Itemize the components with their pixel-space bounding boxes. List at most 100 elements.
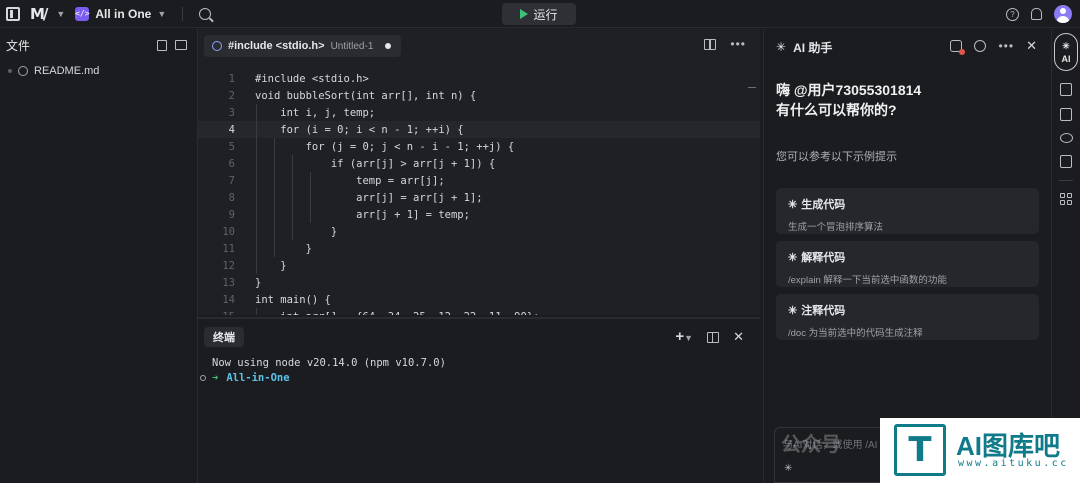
bullet-icon xyxy=(8,69,12,73)
markdown-file-icon xyxy=(18,66,28,76)
close-icon[interactable]: ✕ xyxy=(733,330,744,343)
debug-bug-icon[interactable] xyxy=(1060,155,1072,168)
unsaved-dot-icon[interactable] xyxy=(385,43,392,49)
sparkle-icon: ✳ xyxy=(788,251,798,264)
indent-guide xyxy=(256,240,257,257)
greeting-line: 嗨 @用户73055301814 xyxy=(776,82,922,98)
close-icon[interactable]: ✕ xyxy=(1026,39,1037,52)
sparkle-icon: ✳ xyxy=(788,304,798,317)
code-line[interactable]: 11 } xyxy=(198,240,760,257)
terminal-output[interactable]: Now using node v20.14.0 (npm v10.7.0) ➜ … xyxy=(198,355,760,385)
code-line[interactable]: 6 if (arr[j] > arr[j + 1]) { xyxy=(198,155,760,172)
chevron-down-icon[interactable]: ▼ xyxy=(56,9,65,19)
search-icon[interactable] xyxy=(199,7,212,20)
more-icon[interactable]: ••• xyxy=(730,38,746,50)
line-number: 10 xyxy=(222,225,235,238)
greeting-line: 有什么可以帮你的? xyxy=(776,102,897,118)
avatar[interactable] xyxy=(1054,5,1072,23)
code-text: for (j = 0; j < n - i - 1; ++j) { xyxy=(255,140,515,153)
code-line[interactable]: 8 arr[j] = arr[j + 1]; xyxy=(198,189,760,206)
code-text: } xyxy=(255,225,338,238)
card-title: 生成代码 xyxy=(801,199,846,211)
prompt-status-icon xyxy=(200,374,206,381)
new-folder-icon[interactable] xyxy=(175,39,187,50)
prompt-arrow: ➜ xyxy=(212,371,219,384)
code-line[interactable]: 1 #include <stdio.h> xyxy=(198,70,760,87)
run-button[interactable]: 运行 xyxy=(502,3,576,25)
tab-subtitle: Untitled-1 xyxy=(330,40,374,52)
split-editor-icon[interactable] xyxy=(704,39,717,50)
help-icon[interactable]: ? xyxy=(1006,7,1019,21)
brand-url: www.aituku.cc xyxy=(958,458,1069,469)
card-description: 生成一个冒泡排序算法 xyxy=(788,222,884,233)
git-branch-icon[interactable] xyxy=(1060,108,1072,121)
sparkle-icon: ✳ xyxy=(1062,40,1070,51)
code-line[interactable]: 9 arr[j + 1] = temp; xyxy=(198,206,760,223)
indent-guide xyxy=(310,172,311,189)
ai-assistant-panel: ✳ AI 助手 ••• ✕ 嗨 @用户73055301814 有什么可以帮你的?… xyxy=(763,29,1051,483)
ai-settings-icon[interactable] xyxy=(950,40,966,55)
code-line[interactable]: 7 temp = arr[j]; xyxy=(198,172,760,189)
line-number: 12 xyxy=(222,259,235,272)
line-number: 4 xyxy=(228,123,235,136)
code-line[interactable]: 5 for (j = 0; j < n - i - 1; ++j) { xyxy=(198,138,760,155)
tab-terminal[interactable]: 终端 xyxy=(204,327,244,347)
app-logo[interactable]: M/ xyxy=(30,5,48,23)
indent-guide xyxy=(274,189,275,206)
code-line[interactable]: 10 } xyxy=(198,223,760,240)
file-search-icon[interactable] xyxy=(1060,83,1072,96)
card-title: 注释代码 xyxy=(801,305,846,317)
code-text: for (i = 0; i < n - 1; ++i) { xyxy=(255,123,464,136)
line-number: 7 xyxy=(228,174,235,187)
scroll-indicator[interactable] xyxy=(748,87,756,88)
prompt-card-comment[interactable]: ✳ 注释代码 /doc 为当前选中的代码生成注释 xyxy=(776,294,1039,340)
editor-tab-bar: #include <stdio.h> Untitled-1 ••• xyxy=(198,29,760,63)
code-line[interactable]: 15 int arr[] = {64, 34, 25, 12, 22, 11, … xyxy=(198,308,760,315)
editor-tab[interactable]: #include <stdio.h> Untitled-1 xyxy=(204,35,402,57)
sidebar-title: 文件 xyxy=(6,38,31,53)
sparkle-icon[interactable]: ✳ xyxy=(784,463,792,474)
line-number: 5 xyxy=(228,140,235,153)
project-code-icon: </> xyxy=(75,6,90,21)
ai-rail-button[interactable]: ✳ AI xyxy=(1054,33,1078,71)
split-terminal-icon[interactable] xyxy=(707,331,720,343)
code-line[interactable]: 3 int i, j, temp; xyxy=(198,104,760,121)
code-line[interactable]: 4 for (i = 0; i < n - 1; ++i) { xyxy=(198,121,760,138)
indent-guide xyxy=(256,138,257,155)
code-text: int arr[] = {64, 34, 25, 12, 22, 11, 90}… xyxy=(235,311,539,316)
prompt-card-explain[interactable]: ✳ 解释代码 /explain 解释一下当前选中函数的功能 xyxy=(776,241,1039,287)
ai-rail-label: AI xyxy=(1061,53,1071,64)
line-number: 6 xyxy=(228,157,235,170)
card-title: 解释代码 xyxy=(801,252,846,264)
code-area[interactable]: 1 #include <stdio.h> 2 void bubbleSort(int … xyxy=(198,70,760,315)
plus-icon: + xyxy=(675,328,685,345)
code-text: void bubbleSort(int arr[], int n) { xyxy=(255,89,477,102)
code-text: temp = arr[j]; xyxy=(255,174,445,187)
indent-guide xyxy=(292,223,293,240)
code-text: #include <stdio.h> xyxy=(255,72,369,85)
code-line[interactable]: 13} xyxy=(198,274,760,291)
code-line[interactable]: 2 void bubbleSort(int arr[], int n) { xyxy=(198,87,760,104)
new-file-icon[interactable] xyxy=(157,39,167,51)
brand-watermark: T AI图库吧 www.aituku.cc xyxy=(880,418,1080,483)
code-line[interactable]: 14 int main() { xyxy=(198,291,760,308)
prompt-card-generate[interactable]: ✳ 生成代码 生成一个冒泡排序算法 xyxy=(776,188,1039,234)
file-item-readme[interactable]: README.md xyxy=(0,61,197,81)
history-icon[interactable] xyxy=(974,40,987,52)
tab-title: #include <stdio.h> xyxy=(228,40,325,52)
line-number: 1 xyxy=(228,72,235,85)
project-switcher[interactable]: </> All in One ▼ xyxy=(75,6,166,21)
indent-guide xyxy=(256,172,257,189)
code-line[interactable]: 12 } xyxy=(198,257,760,274)
sidebar-toggle-icon[interactable] xyxy=(6,6,20,21)
line-number: 2 xyxy=(228,89,235,102)
terminal-line: Now using node v20.14.0 (npm v10.7.0) xyxy=(212,356,446,369)
new-terminal-button[interactable]: +▼ xyxy=(675,328,693,345)
bell-icon[interactable] xyxy=(1031,8,1042,20)
indent-guide xyxy=(274,240,275,257)
prompt-cwd: All-in-One xyxy=(226,371,290,384)
sparkle-icon: ✳ xyxy=(776,40,787,54)
preview-eye-icon[interactable] xyxy=(1059,133,1073,143)
more-icon[interactable]: ••• xyxy=(998,40,1014,52)
extensions-grid-icon[interactable] xyxy=(1060,193,1072,205)
